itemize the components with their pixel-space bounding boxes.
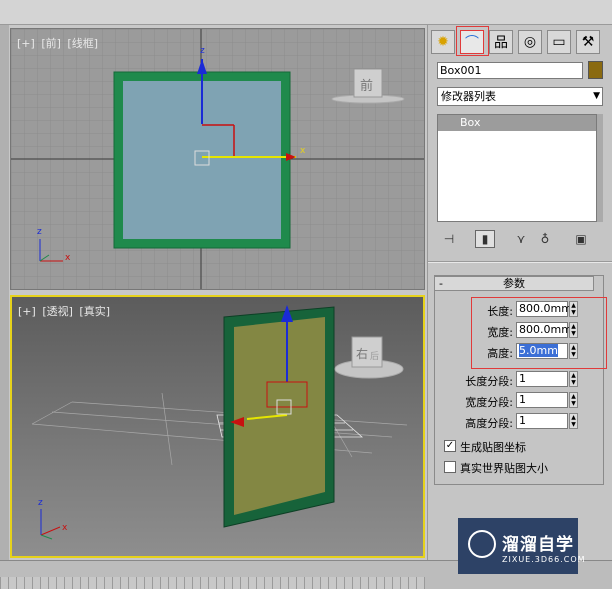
checkbox-unchecked-icon[interactable] [444,461,456,473]
height-segs-spinner[interactable]: ▲ ▼ [569,413,578,429]
left-strip [0,25,9,565]
sun-icon: ✹ [437,34,449,50]
modifier-list-label: 修改器列表 [441,90,496,103]
watermark: 溜溜自学 ZIXUE.3D66.COM [458,518,585,574]
checkbox-checked-icon[interactable]: ✓ [444,440,456,452]
chevron-down-icon: ▼ [593,91,600,101]
perspective-viewport-canvas [12,297,423,556]
pin-stack-icon[interactable]: ⊣ [439,230,459,248]
persp-mini-z: z [38,498,43,508]
make-unique-icon[interactable]: ⋎ [511,230,531,248]
motion-tab[interactable]: ◎ [518,30,542,54]
top-toolbar [0,0,612,25]
watermark-title: 溜溜自学 [502,535,574,555]
height-segs-label: 高度分段: [465,417,513,430]
stack-toolbar: ⊣ ▮ ⋎ ♁ ▣ [437,230,603,250]
object-name-field[interactable]: Box001 [437,62,583,79]
height-segs-row: 高度分段: 1 ▲ ▼ [428,413,612,431]
modifier-list-dropdown[interactable]: 修改器列表 ▼ [437,87,603,106]
modifier-stack[interactable]: Box [437,114,597,222]
gen-map-coords-label: 生成贴图坐标 [460,441,526,454]
persp-viewcube-label[interactable]: 右 [356,345,368,362]
viewport-shading-menu[interactable]: [线框] [67,37,98,50]
front-viewport-canvas [11,29,424,289]
persp-viewcube-label-2[interactable]: 后 [370,349,379,362]
front-viewcube-label[interactable]: 前 [360,75,373,94]
width-segs-input[interactable]: 1 [516,392,568,408]
create-tab[interactable]: ✹ [431,30,455,54]
parameters-rollout-header[interactable]: - 参数 [434,276,594,291]
viewport-plus-menu[interactable]: [+] [18,305,36,318]
viewport-plus-menu[interactable]: [+] [17,37,35,50]
real-world-map-checkbox[interactable]: 真实世界贴图大小 [444,460,612,476]
remove-modifier-icon[interactable]: ♁ [535,230,555,248]
collapse-icon: - [439,277,443,290]
length-segs-label: 长度分段: [465,375,513,388]
front-viewport[interactable]: [+] [前] [线框] 前 z x z x [10,28,425,290]
persp-mini-x: x [62,523,68,533]
modify-tab-highlight [456,26,489,56]
rollout-title: 参数 [503,277,525,290]
persp-viewport-label[interactable]: [+] [透视] [真实] [18,303,113,319]
circle-icon: ◎ [523,34,537,50]
length-segs-spinner[interactable]: ▲ ▼ [569,371,578,387]
viewport-view-menu[interactable]: [透视] [42,305,73,318]
timeline-track[interactable] [0,577,425,589]
length-segs-row: 长度分段: 1 ▲ ▼ [428,371,612,389]
object-color-swatch[interactable] [588,61,603,79]
width-segs-row: 宽度分段: 1 ▲ ▼ [428,392,612,410]
real-world-map-label: 真实世界贴图大小 [460,462,548,475]
front-mini-x: x [65,253,71,263]
show-end-result-icon[interactable]: ▮ [475,230,495,248]
front-x-text: x [300,146,306,156]
stack-item-box[interactable]: Box [438,115,596,131]
panel-divider [428,261,612,263]
hammer-icon: ⚒ [581,34,595,50]
front-viewport-label[interactable]: [+] [前] [线框] [17,35,101,51]
gen-map-coords-checkbox[interactable]: ✓ 生成贴图坐标 [444,439,612,455]
front-mini-z: z [37,227,42,237]
width-segs-label: 宽度分段: [465,396,513,409]
front-z-text: z [200,46,205,56]
width-segs-spinner[interactable]: ▲ ▼ [569,392,578,408]
watermark-subtitle: ZIXUE.3D66.COM [502,555,586,564]
perspective-viewport[interactable]: [+] [透视] [真实] 右 后 z x [10,295,425,558]
configure-sets-icon[interactable]: ▣ [571,230,591,248]
hierarchy-icon: 品 [494,35,508,51]
length-segs-input[interactable]: 1 [516,371,568,387]
stack-scrollbar[interactable] [597,114,603,222]
height-segs-input[interactable]: 1 [516,413,568,429]
params-highlight [471,297,607,369]
viewport-shading-menu[interactable]: [真实] [79,305,110,318]
viewport-view-menu[interactable]: [前] [41,37,61,50]
display-tab[interactable]: ▭ [547,30,571,54]
utilities-tab[interactable]: ⚒ [576,30,600,54]
hierarchy-tab[interactable]: 品 [489,30,513,54]
command-panel: ✹ ⌒ 品 ◎ ▭ ⚒ Box001 修改器列表 ▼ Box ⊣ ▮ ⋎ ♁ ▣… [427,25,612,560]
monitor-icon: ▭ [552,34,566,50]
play-logo-icon [468,530,496,558]
